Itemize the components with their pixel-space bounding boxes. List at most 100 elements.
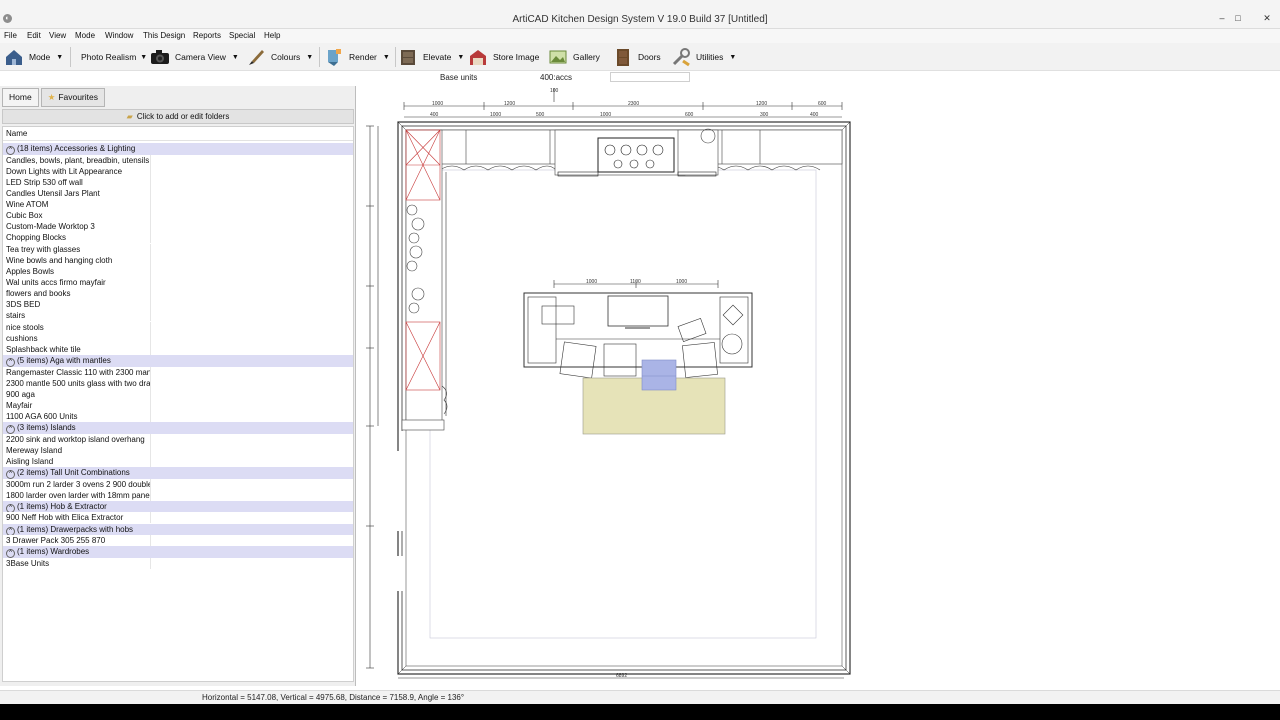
collapse-toggle-icon[interactable]: ^ xyxy=(6,425,15,434)
list-item[interactable]: Tea trey with glasses xyxy=(3,243,353,255)
photo-realism-dropdown-icon[interactable]: ▼ xyxy=(140,54,147,61)
list-item-label: Candles, bowls, plant, breadbin, utensil… xyxy=(6,154,151,166)
list-item[interactable]: Cubic Box xyxy=(3,210,353,222)
list-item[interactable]: Candles, bowls, plant, breadbin, utensil… xyxy=(3,154,353,166)
list-item[interactable]: Custom-Made Worktop 3 xyxy=(3,221,353,233)
favourites-list: Name ^ (18 items) Accessories & Lighting C… xyxy=(2,126,354,682)
list-item-label: 3DS BED xyxy=(6,299,151,311)
menu-window[interactable]: Window xyxy=(105,31,133,40)
photo-realism-button[interactable]: Photo Realism ▼ xyxy=(81,45,147,69)
column-header-name[interactable]: Name xyxy=(3,129,353,141)
utilities-button[interactable]: Utilities ▼ xyxy=(671,45,736,69)
elevate-dropdown-icon[interactable]: ▼ xyxy=(457,54,464,61)
list-item[interactable]: cushions xyxy=(3,332,353,344)
collapse-toggle-icon[interactable]: ^ xyxy=(6,549,15,558)
list-item[interactable]: Chopping Blocks xyxy=(3,232,353,244)
list-item[interactable]: Mereway Island xyxy=(3,444,353,456)
tab-favourites[interactable]: ★ Favourites xyxy=(40,88,105,107)
list-item[interactable]: Aisling Island xyxy=(3,456,353,468)
menu-bar: File Edit View Mode Window This Design R… xyxy=(0,29,1280,43)
list-item[interactable]: 3DS BED xyxy=(3,299,353,311)
dim-label: 600 xyxy=(685,112,694,118)
mode-dropdown-icon[interactable]: ▼ xyxy=(56,54,63,61)
menu-file[interactable]: File xyxy=(4,31,17,40)
category-value: 400:accs xyxy=(540,73,573,82)
colours-dropdown-icon[interactable]: ▼ xyxy=(306,54,313,61)
menu-help[interactable]: Help xyxy=(264,31,280,40)
list-item[interactable]: nice stools xyxy=(3,321,353,333)
list-item[interactable]: 900 Neff Hob with Elica Extractor xyxy=(3,512,353,524)
camera-view-dropdown-icon[interactable]: ▼ xyxy=(232,54,239,61)
info-field[interactable] xyxy=(610,72,690,82)
utilities-dropdown-icon[interactable]: ▼ xyxy=(729,54,736,61)
list-item[interactable]: Rangemaster Classic 110 with 2300 mantle xyxy=(3,366,353,378)
menu-reports[interactable]: Reports xyxy=(193,31,221,40)
list-item[interactable]: 1100 AGA 600 Units xyxy=(3,411,353,423)
collapse-toggle-icon[interactable]: ^ xyxy=(6,503,15,513)
menu-this-design[interactable]: This Design xyxy=(143,31,185,40)
floor-plan-canvas[interactable]: 1000 1200 2300 1200 600 100 400 1000 500… xyxy=(360,86,880,686)
list-group-header[interactable]: ^ (1 items) Drawerpacks with hobs xyxy=(3,523,353,536)
menu-mode[interactable]: Mode xyxy=(75,31,95,40)
list-item[interactable]: Candles Utensil Jars Plant xyxy=(3,187,353,199)
list-item[interactable]: Down Lights with Lit Appearance xyxy=(3,165,353,177)
list-item-label: cushions xyxy=(6,332,151,344)
gallery-button[interactable]: Gallery xyxy=(548,45,600,69)
edit-folders-button[interactable]: ▰ Click to add or edit folders xyxy=(2,109,354,124)
list-item[interactable]: 2300 mantle 500 units glass with two dra… xyxy=(3,377,353,389)
menu-view[interactable]: View xyxy=(49,31,66,40)
colours-button[interactable]: Colours ▼ xyxy=(246,45,313,69)
render-dropdown-icon[interactable]: ▼ xyxy=(383,54,390,61)
list-item[interactable]: 3000m run 2 larder 3 ovens 2 900 double xyxy=(3,478,353,490)
toolbar-divider xyxy=(395,47,396,67)
dim-label: 1000 xyxy=(490,112,501,118)
dim-label: 6892 xyxy=(616,673,627,679)
collapse-toggle-icon[interactable]: ^ xyxy=(6,146,15,155)
list-item[interactable]: Mayfair xyxy=(3,399,353,411)
mode-button[interactable]: Mode ▼ xyxy=(4,45,63,69)
list-group-header[interactable]: ^ (1 items) Wardrobes xyxy=(3,546,353,558)
list-item[interactable]: Splashback white tile xyxy=(3,343,353,355)
list-item[interactable]: flowers and books xyxy=(3,288,353,300)
left-unit-run xyxy=(401,129,448,431)
camera-view-button[interactable]: Camera View ▼ xyxy=(150,45,239,69)
doors-button[interactable]: Doors xyxy=(613,45,661,69)
list-item[interactable]: Wine bowls and hanging cloth xyxy=(3,254,353,266)
list-item[interactable]: Wine ATOM xyxy=(3,199,353,211)
collapse-toggle-icon[interactable]: ^ xyxy=(6,526,15,536)
render-button[interactable]: Render ▼ xyxy=(324,45,390,69)
close-button[interactable]: ✕ xyxy=(1260,13,1274,24)
collapse-toggle-icon[interactable]: ^ xyxy=(6,358,15,367)
collapse-toggle-icon[interactable]: ^ xyxy=(6,470,15,479)
list-group-header[interactable]: ^ (1 items) Hob & Extractor xyxy=(3,500,353,513)
tab-favourites-label: Favourites xyxy=(58,92,98,102)
dim-label: 1000 xyxy=(676,279,687,285)
dim-label: 500 xyxy=(536,112,545,118)
maximize-button[interactable]: □ xyxy=(1231,13,1245,23)
floor-plan-drawing[interactable]: 1000 1200 2300 1200 600 100 400 1000 500… xyxy=(360,86,880,686)
menu-special[interactable]: Special xyxy=(229,31,255,40)
list-item[interactable]: Wal units accs firmo mayfair xyxy=(3,277,353,289)
list-item[interactable]: 3 Drawer Pack 305 255 870 xyxy=(3,535,353,547)
top-unit-run xyxy=(405,128,843,177)
list-item[interactable]: 1800 larder oven larder with 18mm panel xyxy=(3,489,353,501)
list-item[interactable]: Apples Bowls xyxy=(3,265,353,277)
minimize-button[interactable]: – xyxy=(1215,13,1229,23)
list-group-header[interactable]: ^ (2 items) Tall Unit Combinations xyxy=(3,467,353,479)
list-item[interactable]: 2200 sink and worktop island overhang xyxy=(3,433,353,445)
elevate-button[interactable]: Elevate ▼ xyxy=(398,45,464,69)
selected-stool[interactable] xyxy=(641,359,677,391)
list-group-header[interactable]: ^ (18 items) Accessories & Lighting xyxy=(3,143,353,155)
list-item-label: 2200 sink and worktop island overhang xyxy=(6,433,151,445)
list-group-header[interactable]: ^ (5 items) Aga with mantles xyxy=(3,355,353,367)
list-item-label: Wine bowls and hanging cloth xyxy=(6,254,151,266)
list-item[interactable]: 900 aga xyxy=(3,388,353,400)
list-item[interactable]: stairs xyxy=(3,310,353,322)
list-group-header[interactable]: ^ (3 items) Islands xyxy=(3,422,353,434)
tab-home[interactable]: Home xyxy=(2,88,39,107)
store-image-button[interactable]: Store Image xyxy=(468,45,539,69)
list-item[interactable]: LED Strip 530 off wall xyxy=(3,176,353,188)
toolbar-divider xyxy=(70,47,71,67)
list-item[interactable]: 3Base Units xyxy=(3,557,353,569)
menu-edit[interactable]: Edit xyxy=(27,31,41,40)
